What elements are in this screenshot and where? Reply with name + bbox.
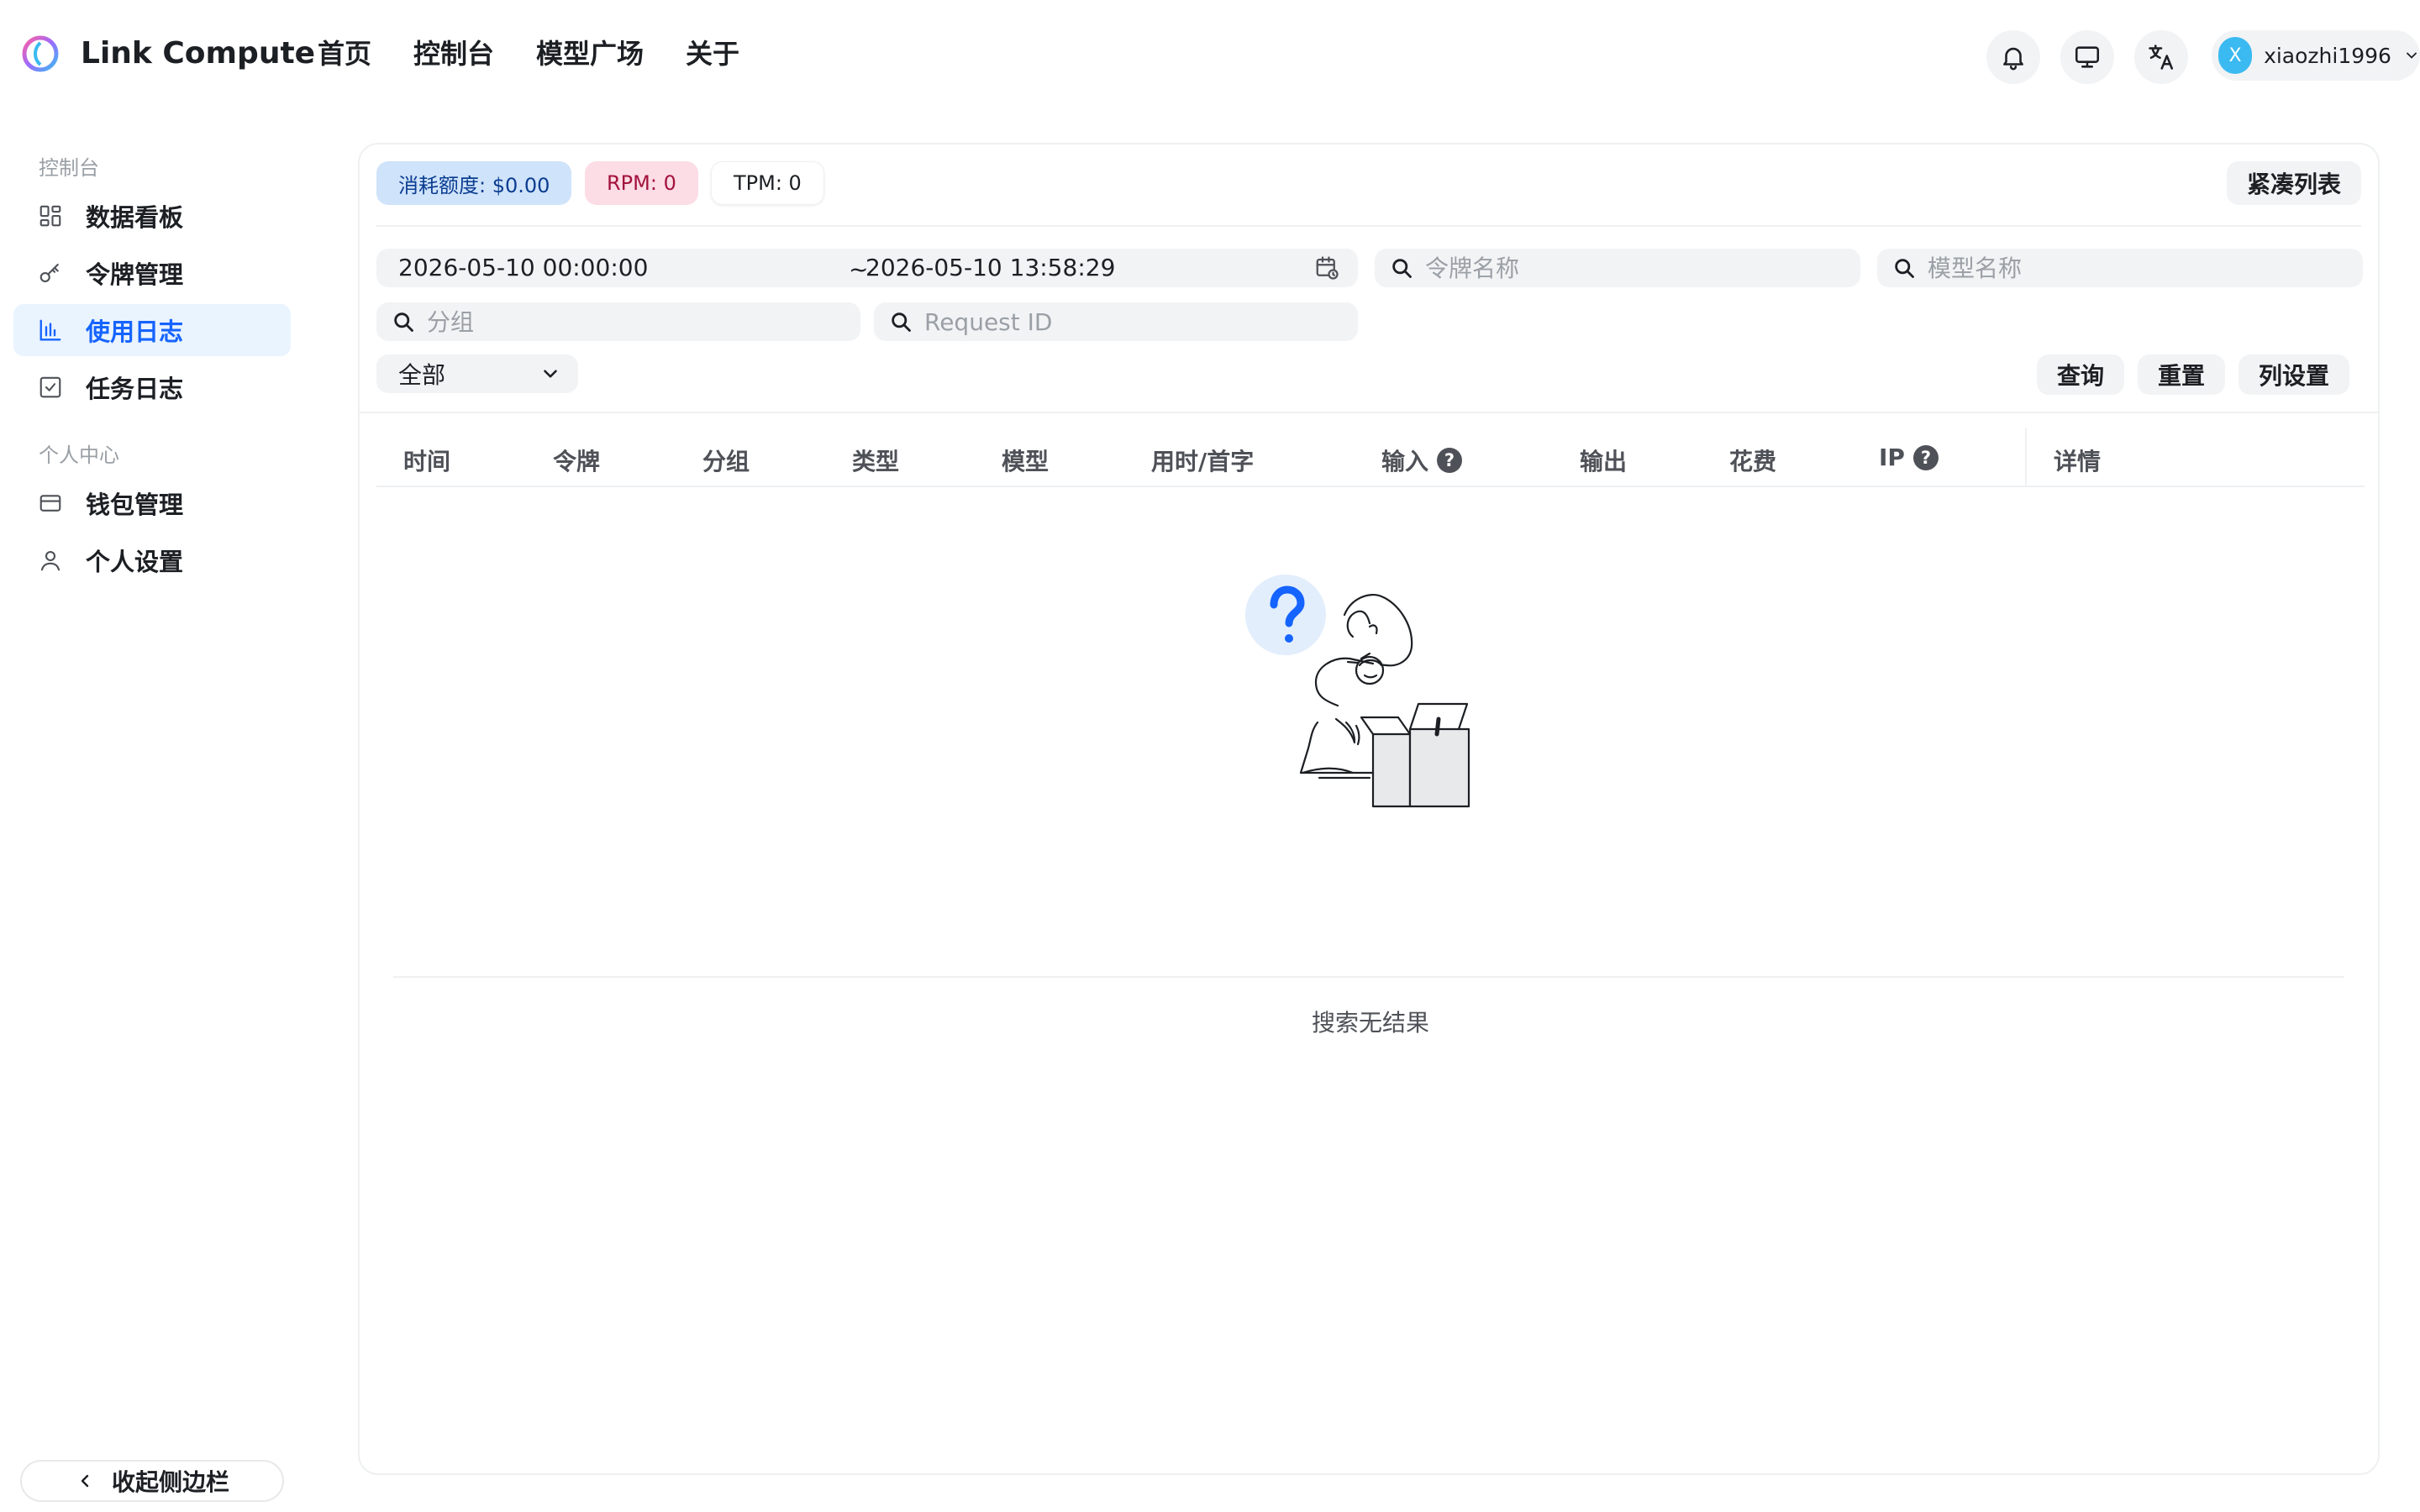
query-button[interactable]: 查询 [2037, 354, 2124, 395]
date-range-picker[interactable]: 2026-05-10 00:00:00 ~ 2026-05-10 13:58:2… [376, 249, 1358, 287]
monitor-icon [2075, 46, 2100, 68]
model-name-input[interactable] [1928, 254, 2363, 282]
sidebar-item-label: 使用日志 [86, 318, 184, 346]
language-button[interactable] [2134, 30, 2188, 84]
header-divider [376, 225, 2361, 227]
nav-model-plaza[interactable]: 模型广场 [536, 34, 644, 74]
user-menu[interactable]: X xiaozhi1996 [2212, 30, 2420, 81]
search-icon [394, 312, 413, 332]
sidebar-item-dashboard[interactable]: 数据看板 [13, 190, 291, 242]
sidebar-item-label: 任务日志 [86, 375, 184, 403]
nav-home[interactable]: 首页 [318, 34, 371, 74]
col-time[interactable]: 时间 [403, 444, 450, 477]
task-check-icon [37, 374, 64, 401]
collapse-sidebar-label: 收起侧边栏 [111, 1468, 229, 1496]
sidebar-item-task-logs[interactable]: 任务日志 [13, 361, 291, 413]
sidebar-item-usage-logs[interactable]: 使用日志 [13, 304, 291, 356]
rpm-badge: RPM: 0 [585, 161, 698, 205]
sidebar: 控制台 数据看板 令牌管理 使用日志 任务日志 个人中心 钱包管理 个人设置 [0, 108, 302, 1512]
col-input-label: 输入 [1381, 448, 1429, 475]
sidebar-item-personal-settings[interactable]: 个人设置 [13, 534, 291, 586]
col-token[interactable]: 令牌 [553, 444, 600, 477]
log-type-select[interactable]: 全部 [376, 354, 578, 393]
token-name-input[interactable] [1425, 254, 1860, 282]
request-id-input[interactable] [924, 307, 1358, 336]
search-icon [1392, 259, 1412, 278]
table-bottom-border [393, 976, 2344, 978]
collapse-sidebar-button[interactable]: 收起侧边栏 [20, 1460, 284, 1502]
group-input[interactable] [427, 307, 860, 336]
notification-button[interactable] [1986, 30, 2040, 84]
bell-icon [2003, 47, 2023, 71]
user-icon [37, 547, 64, 574]
col-group[interactable]: 分组 [702, 444, 750, 477]
log-type-value: 全部 [398, 361, 446, 389]
table-header: 时间 令牌 分组 类型 模型 用时/首字 输入 ? 输出 花费 IP ? 详情 [376, 428, 2365, 487]
tpm-badge: TPM: 0 [711, 161, 824, 205]
chevron-down-icon [2407, 52, 2417, 59]
sidebar-item-tokens[interactable]: 令牌管理 [13, 247, 291, 299]
compact-list-button[interactable]: 紧凑列表 [2227, 161, 2361, 205]
calendar-icon[interactable] [1314, 255, 1339, 281]
brand-logo-icon[interactable] [22, 35, 59, 72]
col-duration[interactable]: 用时/首字 [1151, 444, 1254, 477]
avatar: X [2218, 37, 2253, 74]
top-header: Link Compute 首页 控制台 模型广场 关于 X xiaozhi199… [0, 0, 2420, 108]
sidebar-item-label: 个人设置 [86, 548, 184, 576]
request-id-field[interactable] [874, 302, 1358, 341]
key-icon [37, 260, 64, 286]
chevron-left-icon [81, 1474, 89, 1488]
column-settings-button[interactable]: 列设置 [2238, 354, 2349, 395]
brand-name[interactable]: Link Compute [81, 34, 315, 74]
wallet-icon [37, 490, 64, 517]
dashboard-icon [37, 202, 64, 229]
col-type[interactable]: 类型 [852, 444, 899, 477]
nav-console[interactable]: 控制台 [413, 34, 494, 74]
nav-about[interactable]: 关于 [686, 34, 739, 74]
chevron-down-icon [544, 370, 557, 378]
model-name-field[interactable] [1877, 249, 2363, 287]
top-nav: 首页 控制台 模型广场 关于 [318, 34, 781, 74]
col-ip-label: IP [1879, 444, 1905, 471]
empty-state: 搜索无结果 [360, 571, 2381, 1037]
usage-logs-card: 消耗额度: $0.00 RPM: 0 TPM: 0 紧凑列表 2026-05-1… [358, 143, 2380, 1475]
sidebar-item-wallet[interactable]: 钱包管理 [13, 477, 291, 529]
date-end[interactable]: 2026-05-10 13:58:29 [865, 255, 1115, 281]
help-icon[interactable]: ? [1437, 448, 1463, 473]
empty-search-illustration-icon [1245, 575, 1470, 808]
search-icon [1895, 259, 1914, 278]
sidebar-item-label: 数据看板 [86, 203, 184, 232]
help-icon[interactable]: ? [1912, 444, 1939, 470]
col-output[interactable]: 输出 [1580, 444, 1627, 477]
search-icon [892, 312, 911, 332]
fixed-column-separator [2025, 428, 2027, 487]
token-name-field[interactable] [1375, 249, 1860, 287]
empty-state-text: 搜索无结果 [1311, 1009, 1429, 1037]
filter-divider [360, 412, 2378, 413]
col-cost[interactable]: 花费 [1729, 444, 1776, 477]
col-details[interactable]: 详情 [2054, 444, 2101, 477]
quota-badge: 消耗额度: $0.00 [376, 161, 572, 205]
sidebar-section-personal: 个人中心 [39, 444, 119, 467]
sidebar-section-console: 控制台 [39, 156, 99, 180]
col-ip[interactable]: IP ? [1879, 444, 1939, 471]
date-start[interactable]: 2026-05-10 00:00:00 [398, 255, 648, 281]
col-input[interactable]: 输入 ? [1381, 444, 1463, 477]
theme-button[interactable] [2060, 30, 2114, 84]
reset-button[interactable]: 重置 [2138, 354, 2225, 395]
username: xiaozhi1996 [2264, 43, 2391, 68]
sidebar-item-label: 钱包管理 [86, 491, 184, 519]
col-model[interactable]: 模型 [1002, 444, 1049, 477]
translate-icon [2149, 45, 2174, 70]
bar-chart-icon [37, 317, 64, 344]
group-field[interactable] [376, 302, 860, 341]
sidebar-item-label: 令牌管理 [86, 260, 184, 289]
